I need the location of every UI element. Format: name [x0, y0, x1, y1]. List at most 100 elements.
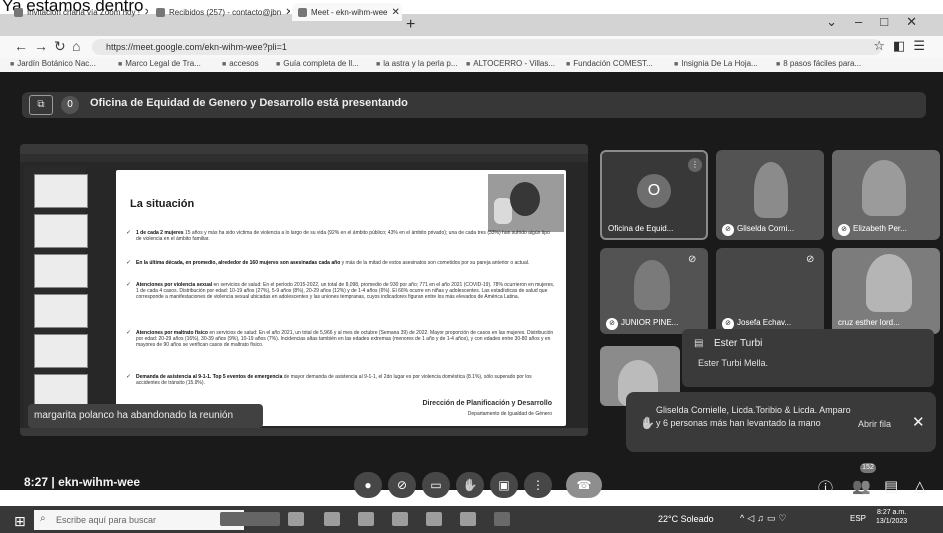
- mic-off-icon: ⊘: [722, 224, 734, 236]
- participant-video: [866, 254, 912, 312]
- slide-thumbnail: [34, 174, 88, 208]
- presentation-ribbon: [20, 154, 588, 162]
- participant-avatar: O: [637, 174, 671, 208]
- participant-tile[interactable]: ⊘ ⊘ JUNIOR PINE...: [600, 248, 708, 334]
- presenter-avatar: 0: [61, 96, 79, 114]
- participant-name-row: ⊘ Gliselda Corni...: [722, 224, 794, 236]
- bookmark-item[interactable]: la astra y la perla p...: [376, 59, 457, 68]
- app-icon[interactable]: [358, 512, 374, 526]
- participant-name: Oficina de Equid...: [608, 224, 674, 233]
- slide-thumbnail: [34, 334, 88, 368]
- app-icon[interactable]: [426, 512, 442, 526]
- slide-thumbnail: [34, 374, 88, 408]
- slide-photo: [488, 174, 564, 232]
- open-queue-button[interactable]: Abrir fila: [858, 419, 891, 429]
- home-icon[interactable]: ⌂: [72, 38, 80, 54]
- more-options-icon[interactable]: ⋮: [524, 472, 552, 498]
- slide-thumbnail: [34, 214, 88, 248]
- tab-label: Meet - ekn-wihm-wee: [311, 7, 388, 17]
- gmail-icon: [14, 7, 23, 17]
- participant-tile[interactable]: ⊘ Elizabeth Per...: [832, 150, 940, 240]
- bookmark-item[interactable]: Insignia De La Hoja...: [674, 59, 758, 68]
- presenting-text: Oficina de Equidad de Genero y Desarroll…: [90, 97, 408, 109]
- activities-icon[interactable]: △: [914, 477, 926, 495]
- window-controls[interactable]: ⌄–□✕: [826, 14, 935, 30]
- microphone-icon[interactable]: ●: [354, 472, 382, 498]
- current-slide: La situación 1 de cada 2 mujeres 15 años…: [116, 170, 566, 426]
- slide-bullet: Demanda de asistencia al 9-1-1. Top 5 ev…: [126, 374, 556, 386]
- slide-bullet: 1 de cada 2 mujeres 15 años y más ha sid…: [126, 230, 556, 242]
- slide-bullet: Atenciones por maltrato físico en servic…: [126, 330, 556, 348]
- taskbar-search[interactable]: Escribe aquí para buscar: [34, 510, 244, 530]
- mic-off-icon: ⊘: [838, 224, 850, 236]
- app-icon[interactable]: [324, 512, 340, 526]
- forward-icon[interactable]: →: [34, 38, 48, 54]
- participant-tile[interactable]: O ⋮ Oficina de Equid...: [600, 150, 708, 240]
- new-tab-icon[interactable]: +: [406, 16, 415, 34]
- bookmark-item[interactable]: Marco Legal de Tra...: [118, 59, 201, 68]
- chat-panel-icon[interactable]: ▤: [884, 477, 898, 495]
- tab-label: Invitación charla vía Zoom hoy !: [27, 7, 140, 17]
- slide-title: La situación: [130, 198, 195, 210]
- bookmark-item[interactable]: ALTOCERRO - Villas...: [466, 59, 555, 68]
- tab-label: Recibidos (257) - contacto@jbn: [169, 7, 282, 17]
- raise-hand-button[interactable]: ✋: [456, 472, 484, 498]
- presentation-icon[interactable]: ⧉: [29, 95, 53, 115]
- bookmark-item[interactable]: Jardín Botánico Nac...: [10, 59, 96, 68]
- browser-tab[interactable]: Recibidos (257) - contacto@jbn ✕: [150, 3, 290, 21]
- taskbar-clock[interactable]: 8:27 a.m. 13/1/2023: [876, 508, 907, 526]
- input-language[interactable]: ESP: [850, 514, 866, 523]
- close-icon[interactable]: ✕: [912, 413, 925, 431]
- browser-toolbar-icons[interactable]: ☆◧☰: [873, 38, 933, 54]
- leave-call-icon[interactable]: ☎: [566, 472, 602, 498]
- participant-tile[interactable]: ⊘ Gliselda Corni...: [716, 150, 824, 240]
- bookmark-item[interactable]: 8 pasos fáciles para...: [776, 59, 861, 68]
- browser-tab-active[interactable]: Meet - ekn-wihm-wee ✕: [292, 3, 402, 21]
- slide-footer-subtitle: Departamento de Igualdad de Género: [467, 411, 552, 417]
- slide-thumbnail: [34, 254, 88, 288]
- meeting-info: 8:27 | ekn-wihm-wee: [24, 475, 141, 489]
- close-tab-icon[interactable]: ✕: [140, 7, 148, 18]
- participant-name-row: ⊘ Elizabeth Per...: [838, 224, 907, 236]
- close-tab-icon[interactable]: ✕: [387, 7, 399, 18]
- participant-tile[interactable]: cruz esther lord...: [832, 248, 940, 334]
- chat-message: Ester Turbi Mella.: [698, 358, 769, 368]
- slide-thumbnails: [24, 166, 88, 428]
- chrome-icon[interactable]: [494, 512, 510, 526]
- slide-bullet: Atenciones por violencia sexual en servi…: [126, 282, 556, 300]
- url-input[interactable]: https://meet.google.com/ekn-wihm-wee?pli…: [92, 39, 882, 55]
- back-icon[interactable]: ←: [14, 38, 28, 54]
- close-tab-icon[interactable]: ✕: [281, 7, 290, 18]
- bookmark-item[interactable]: accesos: [222, 59, 258, 68]
- task-view-icon[interactable]: [288, 512, 304, 526]
- present-screen-icon[interactable]: ▣: [490, 472, 518, 498]
- participant-name-row: ⊘ JUNIOR PINE...: [606, 318, 678, 330]
- news-widget-icon[interactable]: [220, 512, 280, 526]
- raise-hand-icon: ✋: [640, 416, 655, 430]
- mic-off-icon: ⊘: [688, 254, 697, 265]
- bookmark-item[interactable]: Guía completa de ll...: [276, 59, 359, 68]
- browser-tab[interactable]: Invitación charla vía Zoom hoy ! ✕: [8, 3, 148, 21]
- photo-person: [510, 182, 540, 216]
- people-icon[interactable]: 👥: [852, 477, 871, 495]
- windows-start-icon[interactable]: ⊞: [14, 513, 26, 530]
- participants-count-badge: 152: [860, 463, 876, 473]
- meeting-details-icon[interactable]: ⓘ: [818, 477, 833, 498]
- slide-footer-title: Dirección de Planificación y Desarrollo: [422, 400, 552, 407]
- slide-thumbnail: [34, 294, 88, 328]
- meet-icon: [298, 7, 307, 17]
- raised-hands-text: Gliselda Cornielle, Licda.Toribio & Licd…: [656, 405, 851, 428]
- participant-tile[interactable]: ⊘ ⊘ Josefa Echav...: [716, 248, 824, 334]
- search-icon: ⌕: [40, 513, 46, 524]
- camera-off-icon[interactable]: ⊘: [388, 472, 416, 498]
- bookmark-item[interactable]: Fundación COMEST...: [566, 59, 653, 68]
- weather-widget[interactable]: 22°C Soleado: [658, 514, 714, 524]
- system-tray-icons[interactable]: ^◁♫▭♡: [740, 513, 789, 524]
- app-icon[interactable]: [460, 512, 476, 526]
- reload-icon[interactable]: ↻: [54, 38, 66, 55]
- captions-icon[interactable]: ▭: [422, 472, 450, 498]
- app-icon[interactable]: [392, 512, 408, 526]
- presentation-statusbar: [20, 428, 588, 436]
- presented-screen: La situación 1 de cada 2 mujeres 15 años…: [20, 144, 588, 436]
- gmail-icon: [156, 7, 165, 17]
